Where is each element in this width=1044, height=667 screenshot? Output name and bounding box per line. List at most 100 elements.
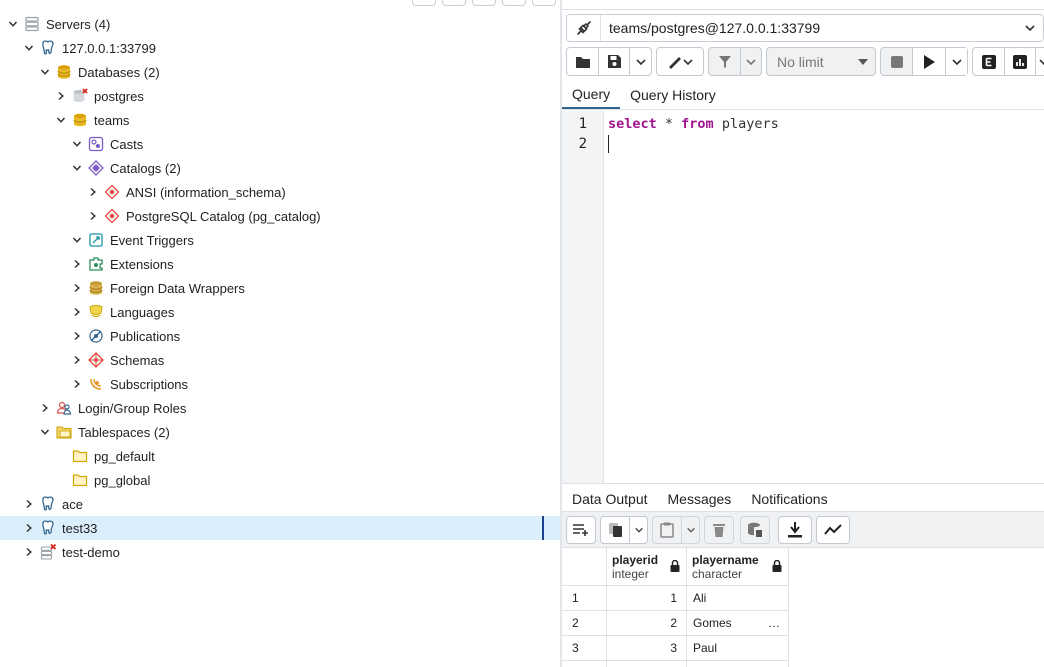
chevron-down-icon[interactable] [1035, 48, 1044, 75]
chevron-down-icon[interactable] [56, 115, 66, 125]
explorer-tool-button[interactable] [502, 0, 526, 6]
cell-playerid[interactable] [607, 661, 687, 667]
tab-notifications[interactable]: Notifications [741, 484, 837, 513]
chevron-right-icon[interactable] [72, 259, 82, 269]
tab-query-history[interactable]: Query History [620, 80, 726, 109]
chevron-down-icon[interactable] [8, 19, 18, 29]
chevron-right-icon[interactable] [72, 355, 82, 365]
chevron-right-icon[interactable] [72, 307, 82, 317]
chevron-right-icon[interactable] [24, 523, 34, 533]
chevron-down-icon[interactable] [24, 43, 34, 53]
explorer-tool-button[interactable] [532, 0, 556, 6]
tree-item[interactable]: Servers (4) [0, 12, 560, 36]
tree-item[interactable]: pg_global [0, 468, 560, 492]
tree-item[interactable]: Event Triggers [0, 228, 560, 252]
chevron-down-icon[interactable] [629, 48, 651, 75]
graph-visualiser-button[interactable] [816, 516, 850, 544]
delete-row-button[interactable] [704, 516, 734, 544]
cell-playername[interactable] [687, 661, 789, 667]
explorer-tool-button[interactable] [442, 0, 466, 6]
tab-messages[interactable]: Messages [658, 484, 742, 513]
chevron-down-icon[interactable] [945, 48, 967, 75]
chevron-right-icon[interactable] [40, 403, 50, 413]
tab-data-output[interactable]: Data Output [562, 484, 658, 513]
cell-playerid[interactable]: 1 [607, 586, 687, 611]
cell-playername[interactable]: Gomes… [687, 611, 789, 636]
chevron-down-icon[interactable] [40, 427, 50, 437]
connection-status-icon[interactable] [567, 15, 601, 41]
chevron-right-icon[interactable] [56, 91, 66, 101]
tree-item[interactable]: postgres [0, 84, 560, 108]
open-file-icon[interactable] [567, 48, 598, 75]
chevron-right-icon[interactable] [24, 547, 34, 557]
tree-item[interactable]: Extensions [0, 252, 560, 276]
chevron-down-icon[interactable] [740, 48, 761, 75]
sql-editor[interactable]: 1 2 select * from players [562, 111, 1044, 483]
tree-item[interactable]: Databases (2) [0, 60, 560, 84]
chevron-right-icon[interactable] [24, 499, 34, 509]
tree-item[interactable]: ace [0, 492, 560, 516]
column-header-playername[interactable]: playername character [687, 548, 789, 586]
chevron-down-icon[interactable] [72, 163, 82, 173]
tree-item[interactable]: Tablespaces (2) [0, 420, 560, 444]
row-number[interactable] [562, 661, 607, 667]
chevron-down-icon[interactable] [629, 517, 647, 543]
add-row-button[interactable] [566, 516, 596, 544]
tree-item[interactable]: ANSI (information_schema) [0, 180, 560, 204]
chevron-down-icon[interactable] [72, 235, 82, 245]
explorer-tool-button[interactable] [472, 0, 496, 6]
connection-label: teams/postgres@127.0.0.1:33799 [609, 20, 821, 36]
chevron-right-icon[interactable] [72, 283, 82, 293]
filter-icon[interactable] [709, 48, 740, 75]
chevron-down-icon[interactable] [72, 139, 82, 149]
server-disconnected-icon [40, 544, 56, 560]
tree-item[interactable]: test-demo [0, 540, 560, 564]
row-number[interactable]: 1 [562, 586, 607, 611]
tree-item[interactable]: test33 [0, 516, 560, 540]
save-icon[interactable] [598, 48, 629, 75]
explain-analyze-icon[interactable] [1004, 48, 1035, 75]
chevron-right-icon[interactable] [88, 187, 98, 197]
chevron-down-icon[interactable] [1017, 22, 1043, 34]
stop-icon[interactable] [881, 48, 912, 75]
tree-item[interactable]: Catalogs (2) [0, 156, 560, 180]
play-icon[interactable] [912, 48, 945, 75]
chevron-right-icon[interactable] [72, 331, 82, 341]
casts-icon [88, 136, 104, 152]
chevron-right-icon[interactable] [88, 211, 98, 221]
row-number[interactable]: 3 [562, 636, 607, 661]
tree-item[interactable]: Publications [0, 324, 560, 348]
cell-playername[interactable]: Ali [687, 586, 789, 611]
copy-button-group [600, 516, 648, 544]
save-data-button[interactable] [740, 516, 770, 544]
row-limit-select[interactable]: No limit [766, 47, 876, 76]
cell-playerid[interactable]: 3 [607, 636, 687, 661]
column-header-playerid[interactable]: playerid integer [607, 548, 687, 586]
tree-item[interactable]: 127.0.0.1:33799 [0, 36, 560, 60]
chevron-right-icon[interactable] [72, 379, 82, 389]
cell-playerid[interactable]: 2 [607, 611, 687, 636]
download-button[interactable] [778, 516, 812, 544]
copy-icon[interactable] [601, 517, 629, 543]
tree-item[interactable]: Login/Group Roles [0, 396, 560, 420]
tree-item[interactable]: PostgreSQL Catalog (pg_catalog) [0, 204, 560, 228]
connection-selector[interactable]: teams/postgres@127.0.0.1:33799 [566, 14, 1044, 42]
paste-icon[interactable] [653, 517, 681, 543]
explorer-tool-button[interactable] [412, 0, 436, 6]
edit-button[interactable] [656, 47, 704, 76]
row-number[interactable]: 2 [562, 611, 607, 636]
pencil-icon[interactable] [657, 48, 703, 75]
cell-playername[interactable]: Paul [687, 636, 789, 661]
tree-item[interactable]: teams [0, 108, 560, 132]
tree-item[interactable]: pg_default [0, 444, 560, 468]
cell-value: Paul [693, 641, 718, 655]
tree-item[interactable]: Languages [0, 300, 560, 324]
chevron-down-icon[interactable] [40, 67, 50, 77]
tree-item[interactable]: Casts [0, 132, 560, 156]
tree-item[interactable]: Foreign Data Wrappers [0, 276, 560, 300]
tree-item[interactable]: Subscriptions [0, 372, 560, 396]
chevron-down-icon[interactable] [681, 517, 699, 543]
explain-icon[interactable] [973, 48, 1004, 75]
tree-item[interactable]: Schemas [0, 348, 560, 372]
tab-query[interactable]: Query [562, 80, 621, 109]
